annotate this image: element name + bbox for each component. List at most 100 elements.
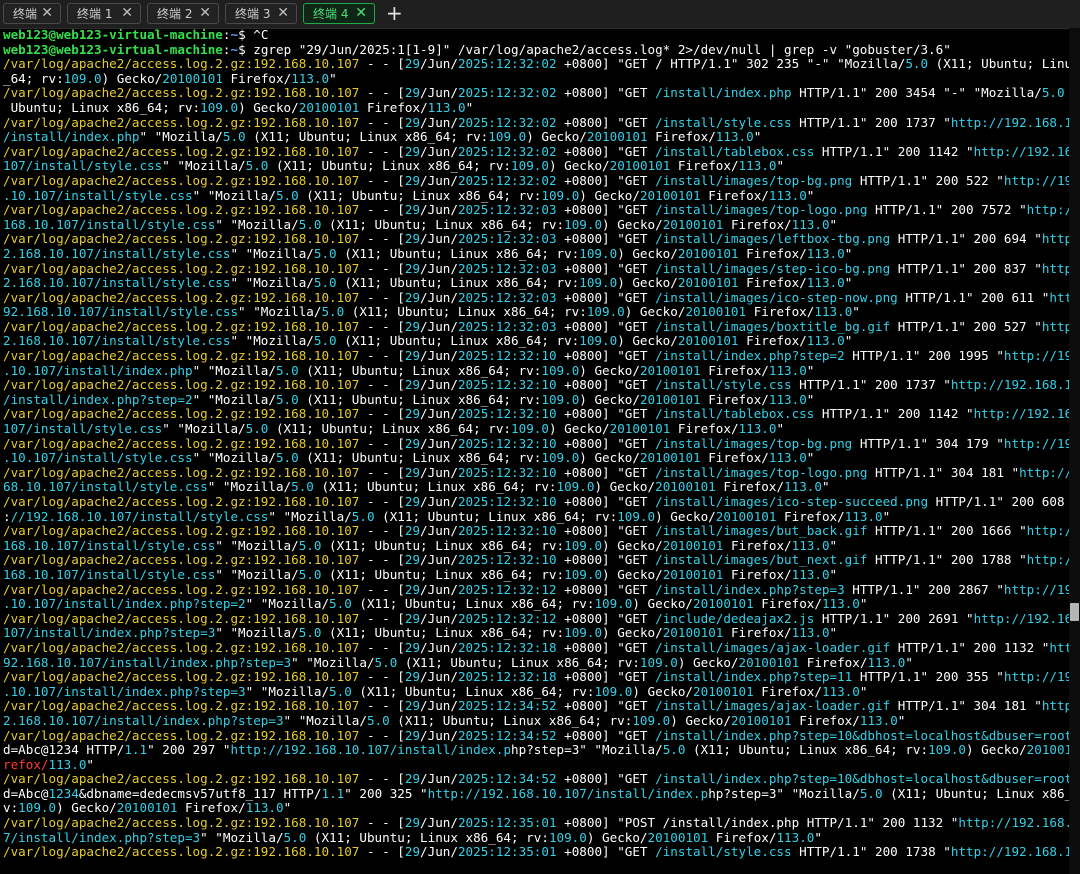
terminal-text-segment: +0800] "GET	[556, 670, 656, 685]
terminal-text-segment: /install/style.css	[655, 378, 792, 393]
terminal-text-segment: v:	[3, 801, 19, 816]
terminal-text-segment: - - [	[359, 845, 405, 860]
terminal-text-segment: +0800] "GET	[556, 772, 656, 787]
terminal-text-segment: //192.168.10.107/install/style.css	[10, 509, 269, 524]
terminal-text-segment: 109.0	[200, 100, 239, 115]
terminal-text-segment: 109.0	[18, 801, 57, 816]
terminal-text-segment: +0800] "GET	[556, 728, 656, 743]
terminal-text-segment: HTTP/1.1" 304 181 "	[890, 699, 1042, 714]
terminal-line: .10.107/install/index.php?step=2" "Mozil…	[3, 597, 1069, 612]
terminal-text-segment: 5.0	[298, 626, 322, 641]
terminal-text-segment: 20100101	[677, 246, 739, 261]
terminal-text-segment: /install/images/ico-step-now.png	[655, 290, 898, 305]
terminal-text-segment: ) Gecko/	[548, 422, 610, 437]
terminal-text-segment: HTTP/1.1" 304 181 "	[867, 465, 1020, 480]
terminal-text-segment: ) Gecko/	[101, 71, 163, 86]
terminal-text-segment: " "Mozilla/	[283, 713, 367, 728]
terminal-text-segment: http://192.	[1026, 524, 1069, 539]
terminal-text-segment: 109.0	[564, 538, 603, 553]
terminal-text-segment: +0800] "GET / HTTP/1.1" 302 235 "-" "Moz…	[556, 57, 906, 72]
terminal-text-segment: 109.0	[586, 305, 625, 320]
terminal-output[interactable]: web123@web123-virtual-machine:~$ ^C web12…	[3, 28, 1069, 874]
terminal-text-segment: +0800] "GET	[556, 407, 656, 422]
terminal-text-segment: http://19	[1041, 319, 1069, 334]
terminal-line: /var/log/apache2/access.log.2.gz:192.168…	[3, 583, 1069, 598]
terminal-text-segment: 109.0	[579, 276, 618, 291]
terminal-text-segment: +0800] "GET	[556, 495, 656, 509]
terminal-text-segment: /var/log/apache2/access.log.2.gz:192.168…	[3, 319, 360, 334]
terminal-text-segment: 1.1	[124, 743, 148, 758]
close-icon[interactable]: ✕	[199, 5, 211, 21]
terminal-text-segment: 2025:12:32:10	[457, 465, 557, 480]
terminal-text-segment: 20100101	[639, 392, 701, 407]
terminal-text-segment: (X11; Ubuntu; Linux x86_64; rv:	[336, 334, 580, 349]
terminal-text-segment: /install/images/top-logo.png	[655, 465, 868, 480]
terminal-text-segment: http://192.168.10.107	[950, 115, 1069, 130]
terminal-text-segment: 113.0	[427, 100, 466, 115]
terminal-text-segment: "	[852, 305, 860, 320]
terminal-text-segment: http://192.168	[1003, 670, 1069, 685]
tab-terminal-1[interactable]: 终端 1 ✕	[67, 3, 141, 24]
terminal-text-segment: - - [	[359, 495, 405, 509]
terminal-text-segment: "	[829, 217, 838, 232]
terminal-text-segment: +0800] "GET	[556, 86, 656, 101]
terminal-text-segment: HTTP/1.1" 200 1737 "	[791, 115, 951, 130]
terminal-text-segment: " "Mozilla/	[215, 567, 299, 582]
terminal-line: Ubuntu; Linux x86_64; rv:109.0) Gecko/20…	[3, 101, 1069, 116]
terminal-text-segment: 5.0	[313, 246, 337, 261]
terminal-text-segment: - - [	[359, 173, 405, 188]
terminal-text-segment: /var/log/apache2/access.log.2.gz:192.168…	[3, 57, 360, 72]
tab-terminal-2[interactable]: 终端 2 ✕	[147, 3, 219, 24]
terminal-text-segment: "	[806, 451, 815, 466]
terminal-text-segment: HTTP/1.1" 304 179 "	[852, 436, 1004, 451]
terminal-text-segment: HTTP/1.1" 200 527 "	[890, 319, 1042, 334]
terminal-text-segment: ) Gecko/	[602, 217, 663, 232]
terminal-text-segment: ) Gecko/	[632, 684, 694, 699]
terminal-text-segment: Firefox/	[738, 246, 807, 261]
terminal-text-segment: (X11; Ubuntu; Linux x86_64; rv:	[313, 480, 557, 495]
terminal-line: 92.168.10.107/install/index.php?step=3" …	[3, 656, 1069, 671]
scrollbar-thumb[interactable]	[1070, 603, 1079, 621]
tab-terminal-0[interactable]: 终端 ✕	[3, 3, 61, 24]
terminal-scrollbar[interactable]	[1069, 28, 1080, 874]
terminal-text-segment: Firefox/	[723, 567, 792, 582]
close-icon[interactable]: ✕	[41, 5, 53, 21]
terminal-text-segment: ) Gecko/	[548, 159, 610, 174]
terminal-line: /var/log/apache2/access.log.2.gz:192.168…	[3, 86, 1069, 101]
terminal-text-segment: - - [	[359, 640, 405, 655]
terminal-text-segment: http://19	[1041, 261, 1069, 276]
terminal-text-segment: 29	[404, 319, 421, 334]
terminal-text-segment: /install/index.php?step=2	[655, 349, 845, 364]
terminal-line: d=Abc@1234 HTTP/1.1" 200 297 "http://192…	[3, 743, 1069, 758]
terminal-text-segment: " "Mozilla/	[230, 246, 314, 261]
terminal-text-segment: /Jun/	[420, 553, 458, 568]
terminal-text-segment: 29	[404, 524, 421, 539]
terminal-text-segment: 113.0	[768, 363, 807, 378]
terminal-text-segment: http://192.168.10.10	[958, 816, 1069, 831]
terminal-text-segment: HTTP/1.1" 200 2691 "	[814, 611, 974, 626]
terminal-line: 68.10.107/install/style.css" "Mozilla/5.…	[3, 480, 1069, 495]
terminal-text-segment: 68.10.107/install/style.css	[3, 480, 208, 495]
terminal-text-segment: +0800] "GET	[556, 436, 656, 451]
terminal-text-segment: 113.0	[48, 757, 87, 772]
terminal-line: /var/log/apache2/access.log.2.gz:192.168…	[3, 349, 1069, 364]
close-icon[interactable]: ✕	[355, 5, 367, 21]
terminal-text-segment: " "Mozilla/	[192, 363, 276, 378]
terminal-text-segment: _64; rv:	[3, 71, 64, 86]
tab-terminal-4[interactable]: 终端 4 ✕	[303, 3, 375, 24]
terminal-text-segment: 109.0	[511, 159, 549, 174]
terminal-line: .10.107/install/index.php?step=3" "Mozil…	[3, 685, 1069, 700]
terminal-text-segment: (X11; Ubuntu; Linux x86_64; rv:	[374, 509, 618, 524]
terminal-text-segment: 20100101	[677, 334, 739, 349]
terminal-text-segment: 20100101	[685, 305, 747, 320]
terminal-text-segment: Firefox/	[715, 480, 785, 495]
close-icon[interactable]: ✕	[121, 5, 133, 21]
new-tab-button[interactable]: +	[386, 2, 403, 24]
terminal-text-segment: (X11; Ubuntu; Linux x86_64; rv:	[298, 188, 542, 203]
terminal-text-segment: "	[844, 334, 853, 349]
close-icon[interactable]: ✕	[277, 5, 289, 21]
terminal-text-segment: /Jun/	[420, 640, 458, 655]
terminal-text-segment: - - [	[359, 772, 405, 787]
tab-terminal-3[interactable]: 终端 3 ✕	[225, 3, 297, 24]
terminal-text-segment: 20100101	[715, 509, 777, 524]
